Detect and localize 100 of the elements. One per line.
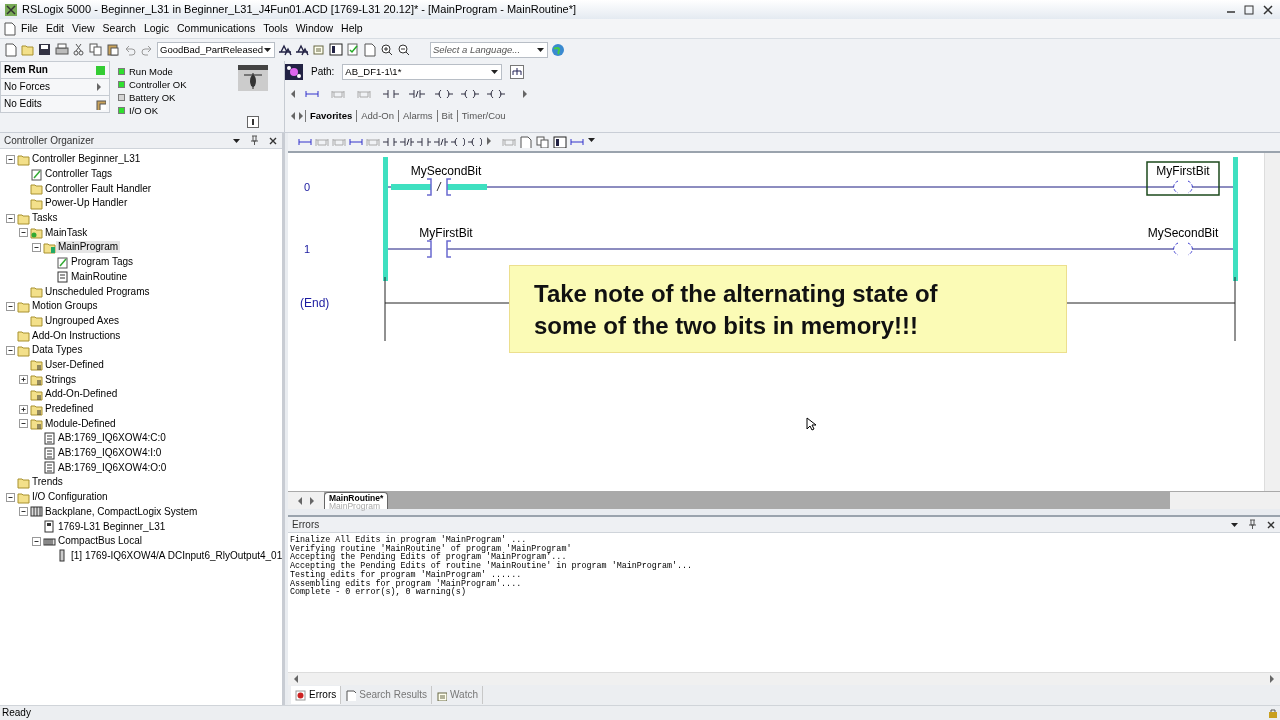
tree-item[interactable]: Tasks [30, 212, 60, 225]
language-dropdown[interactable]: Select a Language... [430, 42, 548, 58]
close-icon[interactable] [1266, 519, 1276, 530]
menu-item[interactable]: Window [291, 21, 338, 36]
scroll-right-icon[interactable] [1268, 674, 1276, 684]
tree-item[interactable]: Strings [43, 373, 79, 386]
print-icon[interactable] [55, 43, 69, 57]
collapse-toggle-icon[interactable] [30, 242, 43, 252]
panel-tab[interactable]: Watch [432, 686, 483, 704]
rung-icon[interactable] [298, 136, 312, 148]
checked-document-icon[interactable] [346, 43, 360, 57]
dropdown-icon[interactable] [232, 136, 241, 145]
menu-item[interactable]: Edit [41, 21, 68, 36]
normally-open-contact[interactable] [426, 240, 452, 258]
menu-item[interactable]: View [68, 21, 99, 36]
collapse-toggle-icon[interactable] [4, 213, 17, 223]
paste-icon[interactable] [106, 43, 120, 57]
tree-item[interactable]: AB:1769_IQ6XOW4:O:0 [56, 461, 169, 474]
caret-icon[interactable] [263, 46, 272, 54]
coil-icon[interactable] [435, 88, 453, 100]
redo-icon[interactable] [140, 43, 154, 57]
undo-icon[interactable] [123, 43, 137, 57]
tree-item[interactable]: Ungrouped Axes [43, 314, 121, 327]
document-icon[interactable] [3, 21, 17, 36]
collapse-toggle-icon[interactable] [4, 301, 17, 311]
zoom-out-icon[interactable] [397, 43, 411, 57]
collapse-toggle-icon[interactable] [4, 154, 17, 164]
collapse-toggle-icon[interactable] [17, 419, 30, 429]
closed-contact-icon[interactable] [400, 136, 414, 148]
routine-tab[interactable]: MainRoutine* MainProgram [324, 492, 389, 509]
closed-contact-icon[interactable] [434, 136, 448, 148]
instruction-tab[interactable]: Alarms [398, 110, 437, 122]
tree-item[interactable]: AB:1769_IQ6XOW4:I:0 [56, 447, 164, 460]
routine-dropdown[interactable]: GoodBad_PartReleased [157, 42, 275, 58]
scroll-left-icon[interactable] [289, 111, 297, 121]
tree-item[interactable]: [1] 1769-IQ6XOW4/A DCInput6_RlyOutput4_01 [69, 549, 285, 562]
info-icon[interactable] [247, 116, 259, 128]
tree-item[interactable]: Program Tags [69, 256, 136, 269]
scroll-right-icon[interactable] [297, 111, 305, 121]
panel-tab[interactable]: Errors [291, 686, 342, 704]
tree-item[interactable]: Backplane, CompactLogix System [43, 505, 200, 518]
vertical-scrollbar[interactable] [1264, 153, 1280, 491]
panel-icon[interactable] [329, 43, 343, 57]
menu-item[interactable]: Logic [139, 21, 173, 36]
tree-item[interactable]: Add-On Instructions [30, 329, 123, 342]
tree-item[interactable]: MainProgram [56, 241, 121, 254]
rung-icon[interactable] [349, 136, 363, 148]
scroll-left-icon[interactable] [289, 89, 297, 99]
copy-icon[interactable] [89, 43, 103, 57]
instruction-tab[interactable]: Bit [436, 110, 457, 122]
menu-item[interactable]: Help [337, 21, 367, 36]
instruction-tab[interactable]: Add-On [356, 110, 398, 122]
tree-item[interactable]: Predefined [43, 403, 96, 416]
tree-item[interactable]: Power-Up Handler [43, 197, 130, 210]
pin-icon[interactable] [249, 135, 260, 146]
dropdown-icon[interactable] [1230, 520, 1239, 529]
maximize-icon[interactable] [1242, 3, 1256, 16]
document-icon[interactable] [363, 43, 377, 57]
scroll-left-icon[interactable] [296, 495, 304, 506]
tree-item[interactable]: MainRoutine [69, 270, 130, 283]
panel-tab[interactable]: Search Results [341, 686, 433, 704]
horizontal-scrollbar[interactable] [1170, 492, 1280, 509]
document-icon[interactable] [519, 136, 533, 148]
tree-item[interactable]: Add-On-Defined [43, 388, 120, 401]
coil-icon[interactable] [468, 136, 482, 148]
rung-icon[interactable] [570, 136, 584, 148]
tree-item[interactable]: Motion Groups [30, 300, 100, 313]
scroll-right-icon[interactable] [521, 89, 529, 99]
menu-item[interactable]: Search [98, 21, 140, 36]
caret-icon[interactable] [490, 68, 500, 76]
tree-item[interactable]: Trends [30, 476, 65, 489]
output-coil[interactable] [1173, 180, 1193, 194]
instruction-tab[interactable]: Timer/Cou [456, 110, 510, 122]
save-icon[interactable] [38, 43, 52, 57]
cut-icon[interactable] [72, 43, 86, 57]
tree-item[interactable]: AB:1769_IQ6XOW4:C:0 [56, 432, 168, 445]
open-contact-icon[interactable] [383, 136, 397, 148]
tree-item[interactable]: Controller Beginner_L31 [30, 153, 143, 166]
zoom-in-icon[interactable] [380, 43, 394, 57]
scroll-left-icon[interactable] [292, 674, 300, 684]
menu-item[interactable]: Communications [173, 21, 260, 36]
expand-toggle-icon[interactable] [17, 404, 30, 414]
open-contact-icon[interactable] [383, 88, 401, 100]
tree-item[interactable]: Module-Defined [43, 417, 118, 430]
caret-icon[interactable] [536, 46, 545, 54]
normally-closed-contact[interactable] [391, 178, 487, 196]
tree-item[interactable]: I/O Configuration [30, 491, 110, 504]
latch-coil-icon[interactable] [487, 88, 505, 100]
collapse-toggle-icon[interactable] [17, 507, 30, 517]
tree-item[interactable]: CompactBus Local [56, 535, 144, 548]
collapse-toggle-icon[interactable] [17, 228, 30, 238]
scroll-right-icon[interactable] [308, 495, 316, 506]
closed-contact-icon[interactable] [409, 88, 427, 100]
tree-item[interactable]: Controller Tags [43, 168, 115, 181]
close-icon[interactable] [268, 135, 278, 146]
tree-item[interactable]: MainTask [43, 226, 90, 239]
horizontal-scrollbar[interactable] [288, 672, 1280, 685]
tree-item[interactable]: Unscheduled Programs [43, 285, 152, 298]
globe-icon[interactable] [551, 43, 565, 57]
pin-icon[interactable] [1247, 519, 1258, 530]
